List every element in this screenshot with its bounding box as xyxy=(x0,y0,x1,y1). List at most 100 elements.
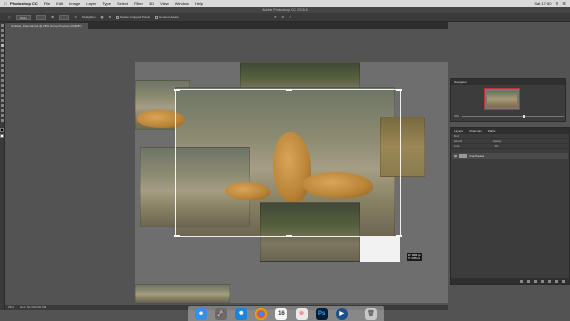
navigator-thumbnail[interactable] xyxy=(484,88,520,110)
menubar-status: Sat 17:50 ⚲ ☰ xyxy=(534,1,570,6)
visibility-eye-icon[interactable]: 👁 xyxy=(454,155,457,158)
layers-panel: Layers Channels Paths Kind Normal Opacit… xyxy=(450,127,570,285)
fx-icon[interactable] xyxy=(527,279,530,283)
menu-filter[interactable]: Filter xyxy=(134,1,143,6)
menu-file[interactable]: File xyxy=(44,1,50,6)
layer-name[interactable]: Crop Preview xyxy=(469,155,484,158)
menu-image[interactable]: Image xyxy=(69,1,80,6)
add-mask-icon[interactable] xyxy=(534,279,537,283)
crop-handle[interactable] xyxy=(286,89,292,91)
straighten-button[interactable]: Straighten xyxy=(82,15,96,19)
eyedropper-tool-icon[interactable] xyxy=(0,49,4,52)
cancel-icon[interactable]: ⊘ xyxy=(282,15,285,19)
menu-3d[interactable]: 3D xyxy=(149,1,154,6)
content-aware-checkbox[interactable]: Content-Aware xyxy=(155,15,179,19)
zoom-level[interactable]: 25% xyxy=(8,305,14,310)
type-tool-icon[interactable] xyxy=(0,99,4,102)
fill-label: Fill: xyxy=(494,145,499,148)
photos-icon[interactable]: ❀ xyxy=(295,307,308,320)
menu-view[interactable]: View xyxy=(160,1,169,6)
layer-row-crop-preview[interactable]: 👁 Crop Preview xyxy=(452,153,568,159)
dodge-tool-icon[interactable] xyxy=(0,89,4,92)
clock[interactable]: Sat 17:50 xyxy=(534,1,551,6)
crop-frame[interactable] xyxy=(174,89,402,237)
lock-row: Lock: Fill: xyxy=(451,144,569,149)
pen-tool-icon[interactable] xyxy=(0,94,4,97)
eraser-tool-icon[interactable] xyxy=(0,74,4,77)
marquee-tool-icon[interactable] xyxy=(0,29,4,32)
navigator-title[interactable]: Navigator xyxy=(454,79,467,85)
white-gap xyxy=(360,237,400,262)
overlay-icon[interactable]: ▦ xyxy=(101,15,104,19)
navigator-zoom-value[interactable]: 25% xyxy=(454,115,459,118)
navigator-zoom-slider[interactable] xyxy=(462,115,564,118)
menu-help[interactable]: Help xyxy=(195,1,203,6)
menu-app[interactable]: Photoshop CC xyxy=(10,1,38,6)
quicktime-icon[interactable]: ▶ xyxy=(335,307,348,320)
apple-icon[interactable]:  xyxy=(4,1,7,6)
crop-handle[interactable] xyxy=(396,235,402,237)
crop-tool-icon[interactable] xyxy=(0,44,4,47)
ratio-height-field[interactable] xyxy=(58,14,70,20)
gradient-tool-icon[interactable] xyxy=(0,79,4,82)
navigator-zoom: 25% xyxy=(454,115,564,118)
menu-window[interactable]: Window xyxy=(175,1,189,6)
dock-separator xyxy=(355,308,357,319)
mac-menubar:  Photoshop CC File Edit Image Layer Typ… xyxy=(0,0,570,7)
finder-icon[interactable]: ☻ xyxy=(195,307,208,320)
lock-label: Lock: xyxy=(454,145,460,148)
new-group-icon[interactable] xyxy=(548,279,551,283)
dock: ☻ 🚀 ✹ 16 ❀ Ps ▶ 🗑 xyxy=(188,306,384,321)
path-select-tool-icon[interactable] xyxy=(0,104,4,107)
canvas-area[interactable]: W: 1680 px H: 1095 px xyxy=(5,29,485,305)
healing-tool-icon[interactable] xyxy=(0,54,4,57)
hand-tool-icon[interactable] xyxy=(0,114,4,117)
swap-icon[interactable]: ⇄ xyxy=(51,15,54,19)
menu-type[interactable]: Type xyxy=(102,1,111,6)
chrome-icon[interactable] xyxy=(255,307,268,320)
delete-layer-icon[interactable] xyxy=(562,279,565,283)
crop-handle[interactable] xyxy=(174,89,180,91)
reset-icon[interactable]: ↺ xyxy=(274,15,277,19)
history-brush-tool-icon[interactable] xyxy=(0,69,4,72)
blend-mode-select[interactable]: Normal xyxy=(454,140,462,143)
menu-select[interactable]: Select xyxy=(117,1,128,6)
background-color-swatch[interactable] xyxy=(0,134,4,138)
settings-icon[interactable]: ⚙ xyxy=(108,15,111,19)
layers-footer xyxy=(451,278,569,284)
options-bar: ▢ Ratio ⇄ ✕ Straighten ▦ ⚙ Delete Croppe… xyxy=(0,13,570,22)
adjustment-layer-icon[interactable] xyxy=(541,279,544,283)
launchpad-icon[interactable]: 🚀 xyxy=(215,307,228,320)
crop-handle[interactable] xyxy=(174,235,180,237)
commit-icon[interactable]: ✓ xyxy=(289,15,292,19)
crop-handle[interactable] xyxy=(396,89,402,91)
quick-select-tool-icon[interactable] xyxy=(0,39,4,42)
crop-handle[interactable] xyxy=(286,235,292,237)
clear-button[interactable]: ✕ xyxy=(74,15,77,19)
new-layer-icon[interactable] xyxy=(555,279,558,283)
crop-tool-icon[interactable]: ▢ xyxy=(8,15,11,19)
safari-icon[interactable]: ✹ xyxy=(235,307,248,320)
trash-icon[interactable]: 🗑 xyxy=(364,307,377,320)
ratio-select[interactable]: Ratio xyxy=(15,14,31,20)
search-icon[interactable]: ⚲ xyxy=(555,1,558,6)
tab-paths[interactable]: Paths xyxy=(488,128,496,134)
shape-tool-icon[interactable] xyxy=(0,109,4,112)
menu-layer[interactable]: Layer xyxy=(86,1,96,6)
move-tool-icon[interactable] xyxy=(0,24,4,27)
menu-edit[interactable]: Edit xyxy=(56,1,63,6)
brush-tool-icon[interactable] xyxy=(0,59,4,62)
link-layers-icon[interactable] xyxy=(520,279,523,283)
photoshop-icon[interactable]: Ps xyxy=(315,307,328,320)
lasso-tool-icon[interactable] xyxy=(0,34,4,37)
menu-list-icon[interactable]: ☰ xyxy=(562,1,566,6)
clone-stamp-tool-icon[interactable] xyxy=(0,64,4,67)
zoom-tool-icon[interactable] xyxy=(0,119,4,122)
delete-pixels-checkbox[interactable]: Delete Cropped Pixels xyxy=(116,15,150,19)
tab-channels[interactable]: Channels xyxy=(469,128,482,134)
ratio-width-field[interactable] xyxy=(35,14,47,20)
blur-tool-icon[interactable] xyxy=(0,84,4,87)
foreground-color-swatch[interactable] xyxy=(0,128,4,132)
navigator-header: Navigator xyxy=(451,79,565,85)
calendar-icon[interactable]: 16 xyxy=(275,307,288,320)
